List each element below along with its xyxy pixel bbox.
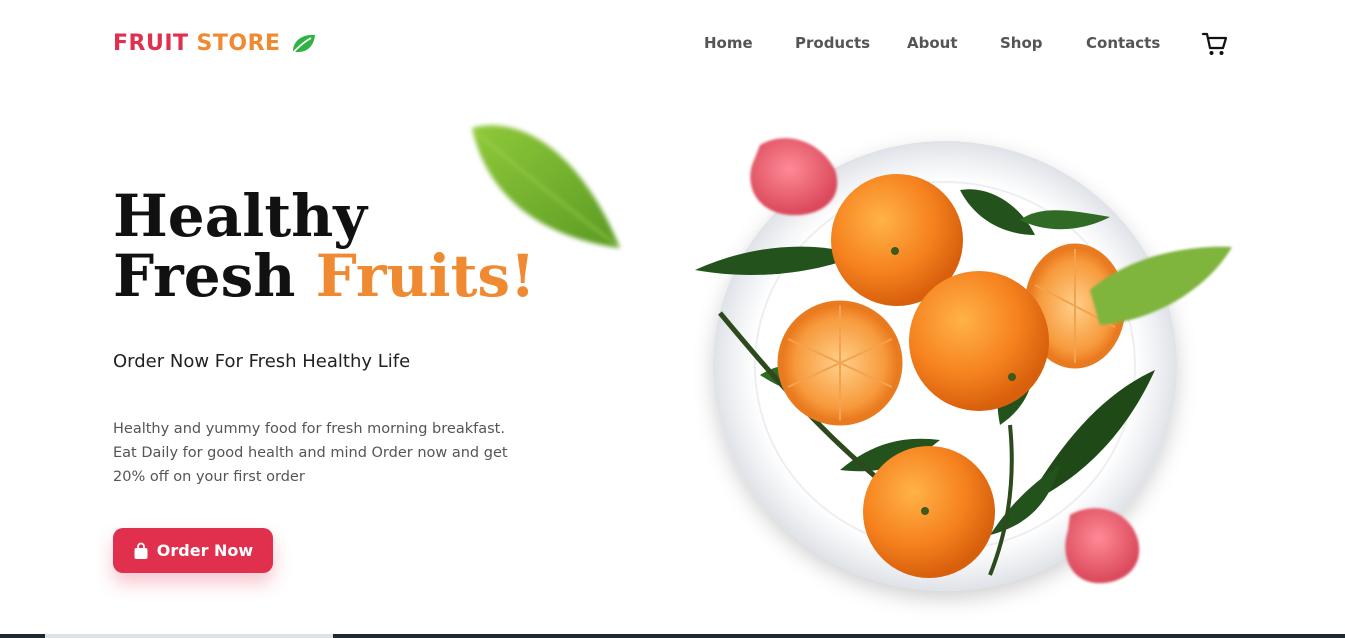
floating-leaf-image — [472, 125, 620, 248]
order-now-label: Order Now — [156, 541, 254, 560]
fruit-plate-image — [695, 138, 1232, 591]
hero-description: Healthy and yummy food for fresh morning… — [113, 421, 508, 485]
hero-title-word-fresh: Fresh — [113, 242, 296, 310]
shopping-bag-icon — [134, 542, 148, 559]
nav-about[interactable]: About — [907, 34, 958, 52]
brand-word-fruit: FRUIT — [113, 31, 189, 56]
bottom-section-edge — [0, 634, 1345, 638]
bottom-section-highlight — [45, 634, 333, 638]
cart-icon[interactable] — [1201, 31, 1229, 57]
brand-logo[interactable]: FRUIT STORE — [113, 31, 317, 56]
nav-products[interactable]: Products — [795, 34, 870, 52]
hero-title-line1: Healthy — [113, 182, 367, 250]
hero-subtitle: Order Now For Fresh Healthy Life — [113, 351, 411, 372]
nav-shop[interactable]: Shop — [1000, 34, 1043, 52]
leaf-icon — [290, 34, 315, 55]
nav-contacts[interactable]: Contacts — [1086, 34, 1160, 52]
nav-home[interactable]: Home — [704, 34, 753, 52]
brand-word-store: STORE — [196, 31, 281, 56]
order-now-button[interactable]: Order Now — [113, 528, 273, 573]
